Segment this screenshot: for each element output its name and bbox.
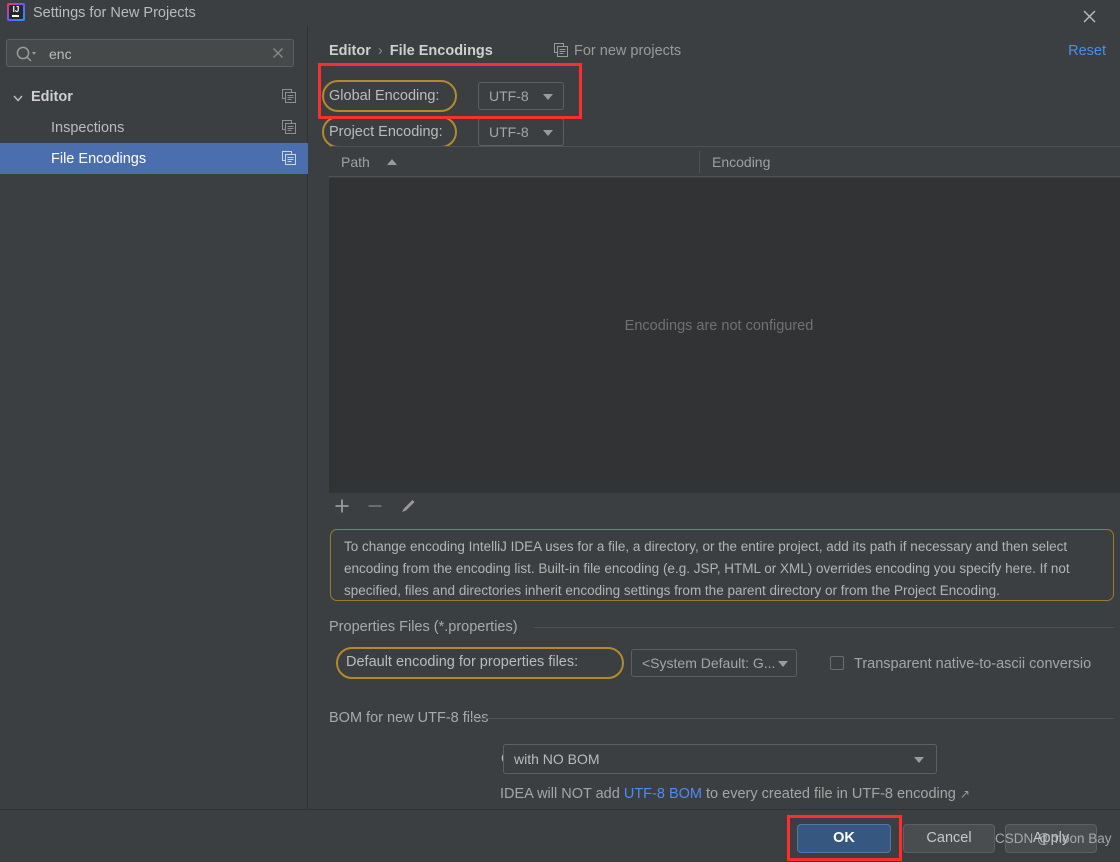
bom-hint-suffix: to every created file in UTF-8 encoding	[701, 786, 960, 802]
section-divider	[534, 627, 1114, 628]
create-utf8-files-dropdown[interactable]: with NO BOM	[503, 744, 937, 774]
search-field[interactable]: enc	[6, 39, 294, 67]
bom-section-title: BOM for new UTF-8 files	[329, 710, 489, 726]
default-properties-encoding-dropdown[interactable]: <System Default: G...	[631, 649, 797, 677]
search-icon	[15, 45, 37, 63]
remove-button[interactable]	[362, 493, 388, 519]
bom-hint-prefix: IDEA will NOT add	[500, 786, 624, 802]
copy-icon	[554, 42, 568, 64]
chevron-down-icon	[543, 130, 553, 136]
ok-button[interactable]: OK	[797, 824, 891, 853]
info-panel: To change encoding IntelliJ IDEA uses fo…	[330, 529, 1114, 601]
title-bar: IJ Settings for New Projects	[0, 0, 1120, 26]
copy-icon[interactable]	[282, 120, 296, 134]
sidebar-item-file-encodings[interactable]: File Encodings	[0, 143, 308, 174]
settings-sidebar: enc Editor Inspections File Encodings	[0, 26, 308, 862]
scope-indicator: For new projects	[554, 40, 681, 64]
sidebar-item-label: File Encodings	[51, 151, 147, 167]
properties-section-title: Properties Files (*.properties)	[329, 619, 518, 635]
apply-button[interactable]: Apply	[1005, 824, 1097, 853]
breadcrumb-separator: ›	[377, 43, 383, 59]
default-properties-encoding-label: Default encoding for properties files:	[346, 654, 579, 670]
project-encoding-row: Project Encoding: UTF-8	[329, 118, 589, 148]
sidebar-item-label: Editor	[31, 89, 73, 105]
chevron-down-icon[interactable]	[12, 91, 24, 103]
transparent-native-to-ascii-checkbox[interactable]	[830, 656, 844, 670]
encodings-table: Path Encoding Encodings are not configur…	[329, 146, 1120, 493]
external-link-icon: ↗	[959, 787, 970, 801]
project-encoding-label: Project Encoding:	[329, 124, 443, 140]
search-input-value[interactable]: enc	[49, 44, 72, 64]
global-encoding-dropdown[interactable]: UTF-8	[478, 82, 564, 110]
column-header-path[interactable]: Path	[341, 152, 370, 172]
dialog-button-bar: OK Cancel Apply	[0, 809, 1120, 862]
transparent-native-to-ascii-label: Transparent native-to-ascii conversio	[854, 656, 1092, 672]
settings-content: Editor › File Encodings For new projects R…	[308, 26, 1120, 809]
global-encoding-row: Global Encoding: UTF-8	[329, 82, 589, 112]
reset-link[interactable]: Reset	[1068, 40, 1106, 62]
table-body[interactable]: Encodings are not configured	[329, 178, 1120, 493]
sidebar-item-inspections[interactable]: Inspections	[0, 112, 308, 143]
edit-button[interactable]	[395, 493, 421, 519]
section-divider	[471, 718, 1114, 719]
info-text: To change encoding IntelliJ IDEA uses fo…	[344, 539, 1070, 598]
scope-label: For new projects	[574, 43, 682, 59]
chevron-down-icon	[914, 757, 924, 763]
chevron-down-icon	[778, 661, 788, 667]
global-encoding-label: Global Encoding:	[329, 88, 440, 104]
clear-icon[interactable]	[270, 45, 286, 61]
breadcrumb: Editor › File Encodings	[329, 40, 493, 62]
table-header: Path Encoding	[329, 147, 1120, 177]
table-empty-message: Encodings are not configured	[624, 318, 814, 334]
create-utf8-files-value: with NO BOM	[514, 751, 600, 767]
cancel-button[interactable]: Cancel	[903, 824, 995, 853]
settings-dialog: IJ Settings for New Projects enc Editor …	[0, 0, 1120, 862]
project-encoding-dropdown[interactable]: UTF-8	[478, 118, 564, 146]
copy-icon[interactable]	[282, 151, 296, 165]
table-toolbar	[329, 493, 449, 523]
add-button[interactable]	[329, 493, 355, 519]
column-divider[interactable]	[699, 151, 700, 173]
copy-icon[interactable]	[282, 89, 296, 103]
chevron-down-icon	[543, 94, 553, 100]
breadcrumb-current: File Encodings	[389, 43, 493, 59]
project-encoding-value: UTF-8	[489, 124, 529, 140]
intellij-idea-logo-icon: IJ	[7, 3, 25, 21]
settings-tree: Editor Inspections File Encodings	[0, 81, 308, 174]
bom-hint-link[interactable]: UTF-8 BOM	[624, 786, 702, 802]
window-title: Settings for New Projects	[33, 5, 196, 21]
bom-hint: IDEA will NOT add UTF-8 BOM to every cre…	[500, 784, 970, 804]
sidebar-item-label: Inspections	[51, 120, 125, 136]
column-header-encoding[interactable]: Encoding	[712, 152, 770, 172]
sort-ascending-icon[interactable]	[387, 159, 397, 165]
breadcrumb-parent[interactable]: Editor	[329, 43, 371, 59]
global-encoding-value: UTF-8	[489, 88, 529, 104]
sidebar-item-editor[interactable]: Editor	[0, 81, 308, 112]
default-properties-encoding-value: <System Default: G...	[642, 655, 776, 671]
